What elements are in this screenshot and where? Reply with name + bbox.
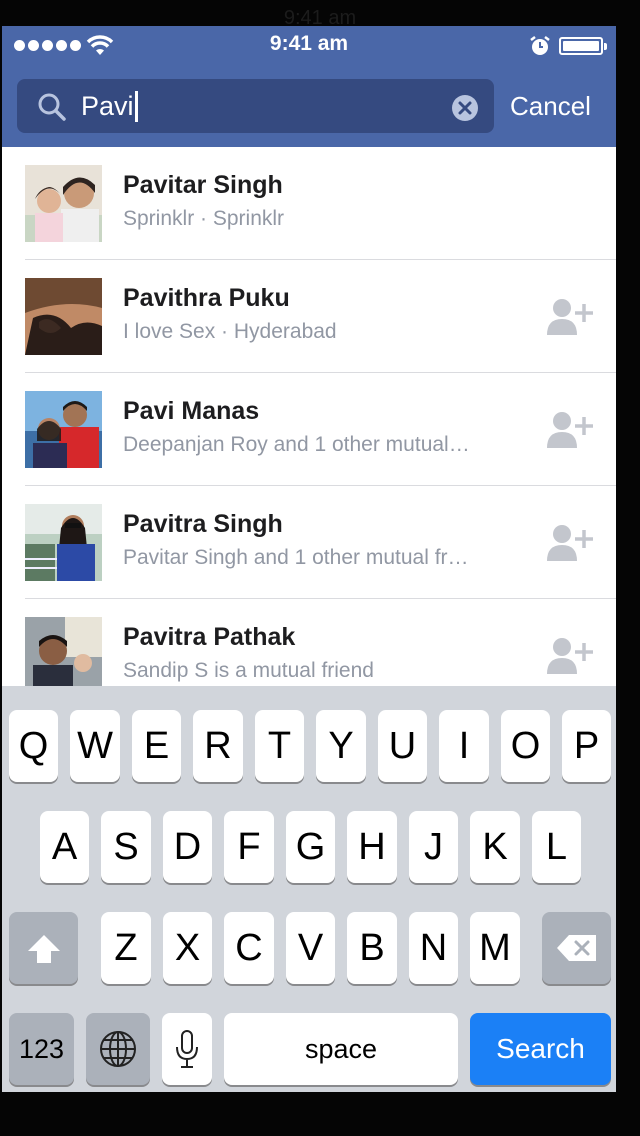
add-friend-icon[interactable] — [545, 523, 595, 563]
key-f[interactable]: F — [224, 811, 274, 883]
key-h[interactable]: H — [347, 811, 397, 883]
result-name: Pavitra Singh — [123, 510, 283, 538]
space-key[interactable]: space — [224, 1013, 458, 1085]
result-row[interactable]: Pavitar Singh Sprinklr · Sprinklr — [2, 147, 616, 260]
key-v[interactable]: V — [286, 912, 335, 984]
shift-icon — [27, 935, 60, 963]
key-r[interactable]: R — [193, 710, 243, 782]
alarm-icon — [530, 36, 550, 55]
globe-key[interactable] — [86, 1013, 150, 1085]
key-z[interactable]: Z — [101, 912, 151, 984]
globe-icon — [100, 1031, 136, 1067]
add-friend-icon[interactable] — [545, 297, 595, 337]
key-b[interactable]: B — [347, 912, 397, 984]
result-row[interactable]: Pavitra Singh Pavitar Singh and 1 other … — [2, 486, 616, 599]
key-m[interactable]: M — [470, 912, 520, 984]
key-i[interactable]: I — [439, 710, 489, 782]
key-n[interactable]: N — [409, 912, 458, 984]
search-key[interactable]: Search — [470, 1013, 611, 1085]
key-d[interactable]: D — [163, 811, 212, 883]
result-name: Pavitar Singh — [123, 171, 283, 199]
status-bar: 9:41 am — [2, 26, 616, 66]
add-friend-icon[interactable] — [545, 636, 595, 676]
key-q[interactable]: Q — [9, 710, 58, 782]
result-subtitle: Pavitar Singh and 1 other mutual fr… — [123, 546, 469, 569]
key-k[interactable]: K — [470, 811, 520, 883]
battery-icon — [559, 37, 607, 55]
clear-icon[interactable] — [451, 94, 479, 122]
microphone-key[interactable] — [162, 1013, 212, 1085]
result-name: Pavitra Pathak — [123, 623, 296, 651]
result-row[interactable]: Pavi Manas Deepanjan Roy and 1 other mut… — [2, 373, 616, 486]
cancel-button[interactable]: Cancel — [510, 84, 610, 128]
key-y[interactable]: Y — [316, 710, 366, 782]
backspace-key[interactable] — [542, 912, 611, 984]
result-name: Pavithra Puku — [123, 284, 290, 312]
shift-key[interactable] — [9, 912, 78, 984]
key-u[interactable]: U — [378, 710, 427, 782]
microphone-icon — [176, 1030, 198, 1068]
key-g[interactable]: G — [286, 811, 335, 883]
result-subtitle: Sprinklr · Sprinklr — [123, 207, 285, 230]
key-c[interactable]: C — [224, 912, 274, 984]
avatar — [25, 504, 102, 581]
key-x[interactable]: X — [163, 912, 212, 984]
result-subtitle: I love Sex · Hyderabad — [123, 320, 337, 343]
result-subtitle: Deepanjan Roy and 1 other mutual… — [123, 433, 470, 456]
avatar — [25, 165, 102, 242]
avatar — [25, 278, 102, 355]
add-friend-icon[interactable] — [545, 410, 595, 450]
avatar — [25, 617, 102, 694]
search-header: 9:41 am Pavi Cancel — [2, 26, 616, 147]
text-cursor — [134, 90, 138, 122]
keyboard: Q W E R T Y U I O P A S D F G H J K L Z … — [2, 686, 616, 1092]
key-o[interactable]: O — [501, 710, 550, 782]
key-w[interactable]: W — [70, 710, 120, 782]
result-subtitle: Sandip S is a mutual friend — [123, 659, 374, 682]
result-name: Pavi Manas — [123, 397, 260, 425]
result-row[interactable]: Pavithra Puku I love Sex · Hyderabad — [2, 260, 616, 373]
key-t[interactable]: T — [255, 710, 304, 782]
key-j[interactable]: J — [409, 811, 458, 883]
device-frame: 9:41 am 9:41 am Pavi Cancel Pavitar Sing… — [0, 0, 640, 1136]
search-input[interactable]: Pavi — [81, 87, 441, 125]
reflected-status-time: 9:41 am — [283, 7, 357, 26]
key-s[interactable]: S — [101, 811, 151, 883]
search-field[interactable]: Pavi — [17, 79, 494, 133]
key-e[interactable]: E — [132, 710, 181, 782]
key-a[interactable]: A — [40, 811, 89, 883]
key-p[interactable]: P — [562, 710, 611, 782]
key-l[interactable]: L — [532, 811, 581, 883]
search-icon — [38, 93, 66, 121]
backspace-icon — [556, 935, 596, 961]
avatar — [25, 391, 102, 468]
status-time: 9:41 am — [269, 32, 349, 55]
search-input-value: Pavi — [81, 90, 134, 121]
numbers-key[interactable]: 123 — [9, 1013, 74, 1085]
screen: 9:41 am Pavi Cancel Pavitar Singh Sprink… — [2, 26, 616, 1092]
